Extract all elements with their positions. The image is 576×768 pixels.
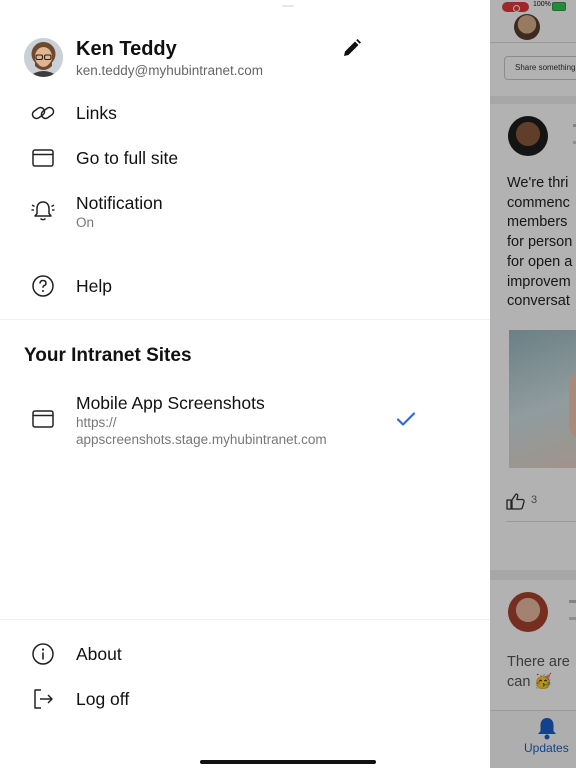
- pencil-icon: [344, 39, 361, 56]
- menu-item-label: Notification: [76, 193, 163, 213]
- bell-icon: [30, 198, 56, 224]
- site-url: https://: [76, 415, 117, 430]
- menu-item-label: About: [76, 644, 122, 664]
- dim-overlay[interactable]: [490, 0, 576, 768]
- menu-item-notification[interactable]: Notification On: [0, 188, 490, 236]
- sites-heading: Your Intranet Sites: [24, 345, 192, 366]
- home-indicator[interactable]: [200, 760, 376, 764]
- menu-item-label: Help: [76, 276, 112, 296]
- section-divider: [0, 319, 490, 320]
- user-photo: [24, 38, 63, 77]
- avatar: [24, 38, 63, 77]
- link-icon: [30, 100, 56, 126]
- menu-item-links[interactable]: Links: [0, 93, 490, 133]
- browser-window-icon: [30, 145, 56, 171]
- background-app: 100% Share something We're thri commenc …: [490, 0, 576, 768]
- info-circle-icon: [30, 641, 56, 667]
- question-circle-icon: [30, 273, 56, 299]
- menu-item-full-site[interactable]: Go to full site: [0, 138, 490, 178]
- drag-handle[interactable]: [282, 5, 294, 7]
- menu-item-help[interactable]: Help: [0, 266, 490, 306]
- user-email: ken.teddy@myhubintranet.com: [76, 63, 264, 78]
- site-name: Mobile App Screenshots: [76, 393, 265, 413]
- side-drawer: Ken Teddy ken.teddy@myhubintranet.com Li…: [0, 0, 490, 768]
- checkmark-icon: [396, 412, 416, 426]
- menu-item-label: Links: [76, 103, 117, 123]
- menu-item-label: Log off: [76, 689, 130, 709]
- site-url: appscreenshots.stage.myhubintranet.com: [76, 432, 327, 447]
- menu-item-log-off[interactable]: Log off: [0, 679, 490, 719]
- menu-item-about[interactable]: About: [0, 634, 490, 674]
- user-name: Ken Teddy: [76, 38, 177, 60]
- menu-item-label: Go to full site: [76, 148, 179, 168]
- edit-profile-button[interactable]: [340, 36, 364, 60]
- logout-icon: [30, 686, 56, 712]
- section-divider: [0, 619, 490, 620]
- browser-window-icon: [30, 406, 56, 432]
- notification-status: On: [76, 215, 95, 230]
